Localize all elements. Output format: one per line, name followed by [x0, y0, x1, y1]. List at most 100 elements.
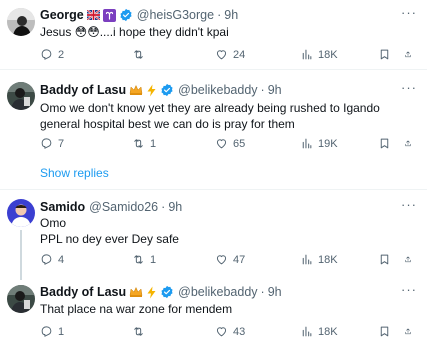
share-icon — [404, 253, 412, 266]
timestamp[interactable]: 9h — [224, 8, 238, 22]
display-name[interactable]: Samido — [40, 200, 85, 214]
display-name[interactable]: George — [40, 8, 84, 22]
views-icon — [300, 253, 313, 266]
tweet-baddy-1[interactable]: Baddy of Lasu @belikebaddy · 9h ··· Omo … — [0, 78, 427, 158]
user-handle[interactable]: @heisG3orge — [137, 8, 214, 22]
share-button[interactable] — [404, 48, 417, 61]
user-handle[interactable]: @Samido26 — [89, 200, 158, 214]
reply-icon — [40, 325, 53, 338]
views-icon — [300, 137, 313, 150]
reply-button[interactable]: 1 — [40, 325, 64, 338]
views-button[interactable]: 18K — [300, 325, 338, 338]
retweet-icon — [132, 137, 145, 150]
tweet-samido[interactable]: Samido @Samido26 · 9h ··· Omo PPL no dey… — [0, 196, 427, 272]
reply-button[interactable]: 7 — [40, 137, 64, 150]
like-button[interactable]: 43 — [215, 325, 245, 338]
views-icon — [300, 48, 313, 61]
divider — [0, 69, 427, 70]
bookmark-button[interactable] — [378, 137, 391, 150]
bookmark-icon — [378, 325, 391, 338]
thread-line — [20, 230, 22, 280]
share-button[interactable] — [404, 253, 417, 266]
lightning-icon — [146, 84, 157, 97]
reply-icon — [40, 137, 53, 150]
retweet-button[interactable] — [132, 48, 150, 61]
separator-dot: · — [260, 285, 265, 299]
reply-button[interactable]: 2 — [40, 48, 64, 61]
tweet-text: That place na war zone for mendem — [40, 302, 233, 316]
like-count: 65 — [233, 137, 246, 150]
reply-button[interactable]: 4 — [40, 253, 64, 266]
tweet-text-line: Omo — [40, 216, 67, 230]
tweet-baddy-2[interactable]: Baddy of Lasu @belikebaddy · 9h ··· That… — [0, 282, 427, 342]
user-handle[interactable]: @belikebaddy — [178, 83, 257, 97]
share-button[interactable] — [404, 325, 417, 338]
verified-icon — [160, 285, 174, 299]
avatar[interactable] — [7, 8, 35, 36]
share-button[interactable] — [404, 137, 417, 150]
tweet-text-line: PPL no dey ever Dey safe — [40, 232, 179, 246]
tweet-george[interactable]: George @heisG3orge · 9h ··· Jesus 😳😳....… — [0, 0, 427, 66]
share-icon — [404, 325, 412, 338]
avatar[interactable] — [7, 82, 35, 110]
views-count: 18K — [318, 325, 338, 338]
avatar[interactable] — [7, 199, 35, 227]
timestamp[interactable]: 9h — [268, 285, 282, 299]
views-icon — [300, 325, 313, 338]
show-replies-link[interactable]: Show replies — [40, 166, 109, 180]
more-options-button[interactable]: ··· — [401, 197, 417, 212]
views-button[interactable]: 18K — [300, 48, 338, 61]
lightning-icon — [146, 286, 157, 299]
like-button[interactable]: 24 — [215, 48, 245, 61]
more-options-button[interactable]: ··· — [401, 282, 417, 297]
like-button[interactable]: 47 — [215, 253, 245, 266]
action-bar: 7 1 65 19K — [40, 137, 420, 153]
divider — [0, 189, 427, 190]
reply-count: 4 — [58, 253, 65, 266]
like-count: 47 — [233, 253, 246, 266]
display-name[interactable]: Baddy of Lasu — [40, 83, 126, 97]
reply-count: 2 — [58, 48, 65, 61]
like-count: 43 — [233, 325, 246, 338]
timestamp[interactable]: 9h — [168, 200, 182, 214]
timestamp[interactable]: 9h — [268, 83, 282, 97]
like-button[interactable]: 65 — [215, 137, 245, 150]
like-count: 24 — [233, 48, 246, 61]
bookmark-button[interactable] — [378, 253, 391, 266]
bookmark-icon — [378, 48, 391, 61]
separator-dot: · — [260, 83, 265, 97]
bookmark-icon — [378, 253, 391, 266]
bookmark-button[interactable] — [378, 325, 391, 338]
reply-icon — [40, 253, 53, 266]
bookmark-button[interactable] — [378, 48, 391, 61]
retweet-icon — [132, 253, 145, 266]
verified-icon — [160, 83, 174, 97]
retweet-count: 1 — [150, 253, 157, 266]
share-icon — [404, 137, 412, 150]
heart-icon — [215, 253, 228, 266]
reply-icon — [40, 48, 53, 61]
more-options-button[interactable]: ··· — [401, 5, 417, 20]
separator-dot: · — [161, 200, 166, 214]
retweet-icon — [132, 48, 145, 61]
user-handle[interactable]: @belikebaddy — [178, 285, 257, 299]
crown-icon — [129, 286, 143, 298]
retweet-button[interactable]: 1 — [132, 137, 156, 150]
heart-icon — [215, 48, 228, 61]
views-button[interactable]: 18K — [300, 253, 338, 266]
tweet-text: Jesus 😳😳....i hope they didn't kpai — [40, 25, 229, 39]
heart-icon — [215, 137, 228, 150]
display-name[interactable]: Baddy of Lasu — [40, 285, 126, 299]
crown-icon — [129, 84, 143, 96]
aries-icon — [102, 8, 116, 22]
views-count: 18K — [318, 48, 338, 61]
avatar[interactable] — [7, 285, 35, 313]
tweet-text: Omo PPL no dey ever Dey safe — [40, 215, 420, 247]
retweet-button[interactable] — [132, 325, 150, 338]
views-button[interactable]: 19K — [300, 137, 338, 150]
views-count: 19K — [318, 137, 338, 150]
views-count: 18K — [318, 253, 338, 266]
tweet-text: Omo we don't know yet they are already b… — [40, 101, 380, 131]
more-options-button[interactable]: ··· — [401, 80, 417, 95]
retweet-button[interactable]: 1 — [132, 253, 156, 266]
